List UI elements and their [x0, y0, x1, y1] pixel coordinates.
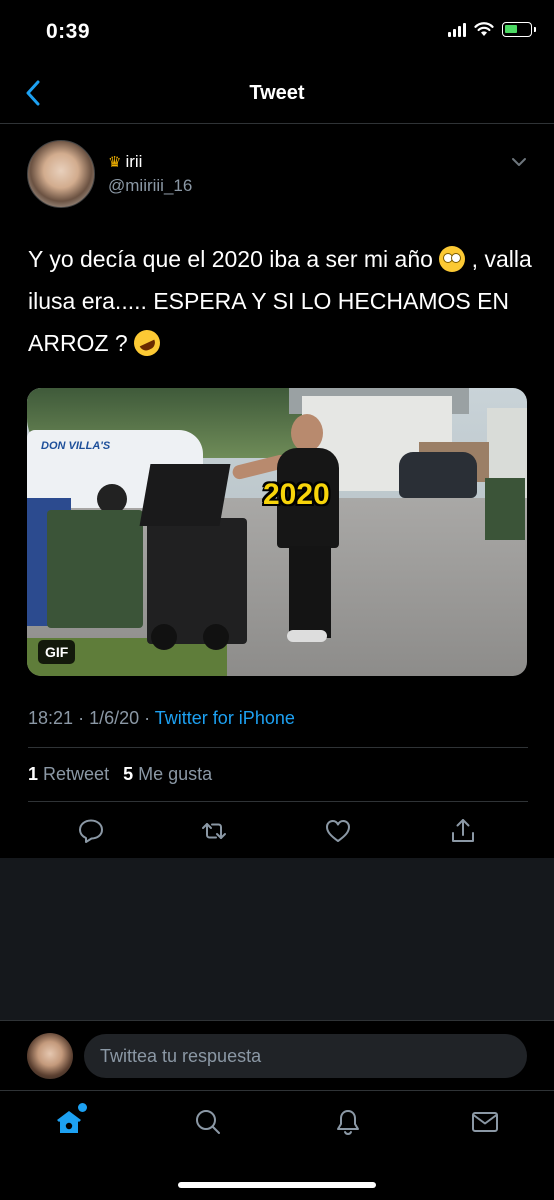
tweet-stats: 1 Retweet 5 Me gusta: [28, 764, 212, 785]
rofl-emoji-icon: [129, 325, 165, 361]
rolling-eyes-emoji-icon: [439, 246, 466, 272]
author-name-row[interactable]: ♛ irii: [108, 152, 142, 172]
status-time: 0:39: [46, 20, 91, 43]
author-name: irii: [125, 152, 143, 171]
retweet-button[interactable]: [200, 817, 228, 845]
home-indicator[interactable]: [178, 1182, 376, 1188]
empty-replies-area: [0, 858, 554, 1020]
status-icons: [448, 22, 536, 37]
tab-notifications[interactable]: [333, 1107, 363, 1137]
tweet-text-part1: Y yo decía que el 2020 iba a ser mi año: [28, 246, 440, 272]
tab-messages[interactable]: [470, 1107, 500, 1137]
like-label: Me gusta: [138, 764, 213, 784]
chevron-down-icon: [512, 158, 526, 166]
tweet-time: 18:21: [28, 708, 74, 728]
author-avatar[interactable]: [27, 140, 95, 208]
user-avatar[interactable]: [27, 1033, 73, 1079]
new-content-dot: [78, 1103, 87, 1112]
divider: [28, 747, 528, 748]
share-button[interactable]: [449, 817, 477, 845]
reply-icon: [79, 819, 103, 843]
reply-button[interactable]: [77, 817, 105, 845]
gif-caption: 2020: [263, 478, 330, 511]
like-count: 5: [123, 764, 134, 784]
reply-bar: [0, 1020, 554, 1090]
tweet-date: 1/6/20: [89, 708, 140, 728]
reply-input[interactable]: [84, 1034, 527, 1078]
tweet-source-link[interactable]: Twitter for iPhone: [155, 708, 295, 728]
crown-icon: ♛: [108, 154, 122, 171]
signal-icon: [448, 22, 466, 37]
heart-icon: [326, 820, 350, 842]
tab-home[interactable]: [54, 1103, 87, 1137]
mail-icon: [472, 1112, 498, 1132]
bell-icon: [337, 1110, 359, 1136]
battery-icon: [502, 22, 536, 37]
retweet-label: Retweet: [43, 764, 110, 784]
tweet-actions: [0, 805, 554, 857]
share-icon: [452, 819, 474, 842]
status-bar: 0:39: [0, 0, 554, 66]
tweet-options-button[interactable]: [508, 152, 530, 172]
nav-bar: Tweet: [0, 66, 554, 124]
author-handle[interactable]: @miiriii_16: [108, 176, 192, 196]
divider: [28, 801, 528, 802]
like-button[interactable]: [324, 817, 352, 845]
tweet-text: Y yo decía que el 2020 iba a ser mi año …: [28, 238, 533, 364]
van-text: DON VILLA'S: [41, 440, 111, 452]
like-count-link[interactable]: 5 Me gusta: [123, 764, 212, 785]
gif-badge: GIF: [38, 640, 76, 664]
tweet-media-gif[interactable]: DON VILLA'S 2020 GIF: [27, 388, 527, 676]
retweet-icon: [202, 823, 226, 839]
wifi-icon: [474, 22, 494, 36]
tweet-meta: 18:21 · 1/6/20 · Twitter for iPhone: [28, 708, 295, 729]
retweet-count-link[interactable]: 1 Retweet: [28, 764, 109, 785]
search-icon: [196, 1110, 220, 1134]
meta-separator: ·: [78, 708, 90, 728]
retweet-count: 1: [28, 764, 39, 784]
meta-separator: ·: [144, 708, 155, 728]
tab-search[interactable]: [193, 1107, 223, 1137]
page-title: Tweet: [249, 82, 305, 104]
